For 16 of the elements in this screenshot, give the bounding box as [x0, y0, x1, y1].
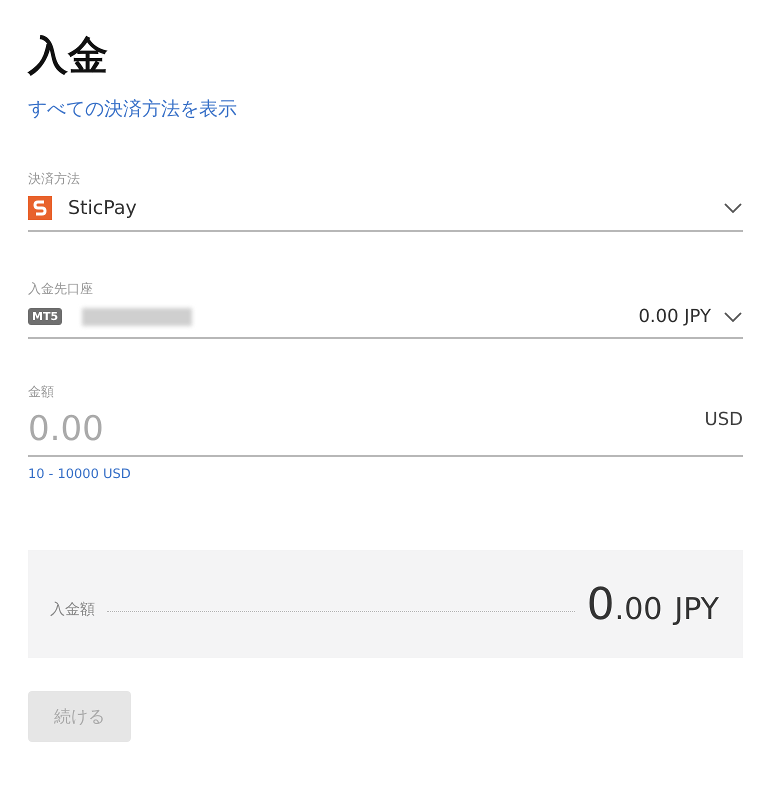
summary-label: 入金額	[50, 600, 95, 618]
field-label: 金額	[28, 384, 54, 401]
field-label: 入金先口座	[28, 281, 93, 298]
field-label: 決済方法	[28, 171, 80, 188]
page-title: 入金	[28, 32, 109, 81]
all-methods-link[interactable]: すべての決済方法を表示	[28, 96, 237, 122]
amount-input[interactable]: 0.00	[28, 409, 705, 449]
platform-badge: MT5	[28, 308, 62, 325]
account-select[interactable]: MT5 0.00 JPY	[28, 306, 743, 327]
amount-range: 10 - 10000 USD	[28, 467, 131, 482]
chevron-down-icon	[723, 202, 743, 214]
logo-icon	[28, 196, 52, 220]
payment-method-select[interactable]: SticPay	[28, 196, 743, 220]
total-amount: 0.00 JPY	[586, 578, 719, 630]
chevron-down-icon	[723, 310, 743, 322]
currency-label: USD	[704, 409, 743, 430]
